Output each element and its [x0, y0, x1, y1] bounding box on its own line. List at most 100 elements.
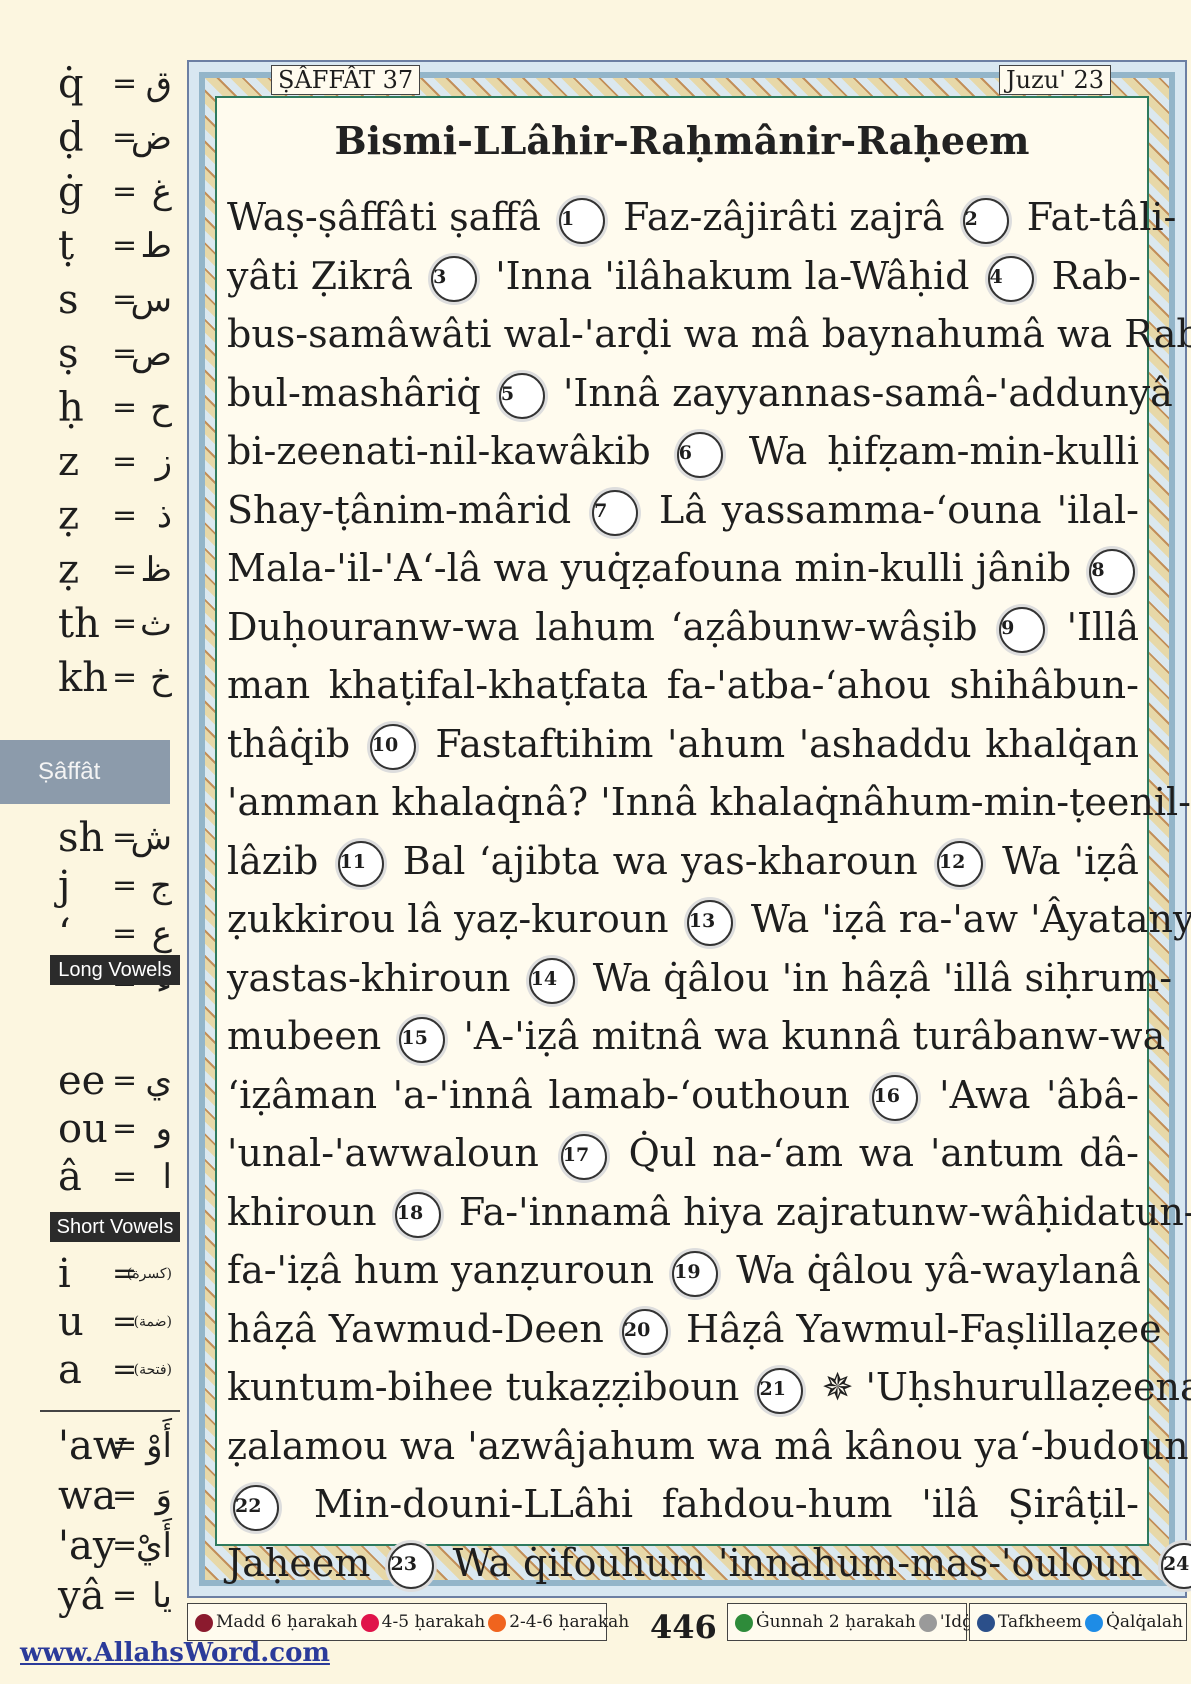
- equals-sign: =: [112, 498, 138, 533]
- equals-sign: =: [112, 916, 138, 951]
- key-arabic: ظ: [140, 550, 172, 590]
- key-arabic: (ضمة): [133, 1314, 172, 1330]
- verse-text: Q̇ul na-‘am wa 'antum dâ-: [628, 1131, 1139, 1175]
- surah-tab[interactable]: Ṣâffât: [0, 740, 170, 804]
- ayah-number-marker: 20: [621, 1309, 668, 1355]
- surah-header: ṢÂFFÂT 37: [271, 65, 421, 95]
- equals-sign: =: [112, 66, 138, 101]
- key-arabic: ث: [139, 604, 172, 644]
- ayah-number-marker: 7: [592, 490, 639, 536]
- verse-text: Fat-tâli-: [1026, 195, 1177, 239]
- verse-text: khiroun: [227, 1189, 377, 1234]
- key-row: u = (ضمة): [40, 1296, 180, 1348]
- site-link[interactable]: www.AllahsWord.com: [20, 1638, 330, 1668]
- verse-line: 'unal-'awwaloun 17 Q̇ul na-‘am wa 'antum…: [227, 1124, 1139, 1182]
- verse-text: Rab-: [1051, 253, 1141, 298]
- equals-sign: =: [112, 552, 138, 587]
- key-arabic: ا: [162, 1157, 172, 1197]
- ayah-number-marker: 2: [962, 197, 1009, 244]
- ayah-number-marker: 12: [936, 841, 983, 887]
- verse-text: 'Awa 'âbâ-: [939, 1072, 1139, 1117]
- ayah-number-marker: 18: [394, 1192, 441, 1238]
- key-latin: ee: [58, 1058, 106, 1104]
- equals-sign: =: [112, 1478, 138, 1513]
- page-number: 446: [650, 1608, 717, 1646]
- short-vowels-header: Short Vowels: [50, 1212, 180, 1242]
- verse-line: 'amman khalaq̇nâ? 'Innâ khalaq̇nâhum-min…: [227, 773, 1191, 831]
- legend-tafkheem: Tafkheem Q̇alq̇alah: [969, 1603, 1187, 1641]
- key-latin: ḍ: [58, 115, 84, 161]
- key-arabic: ص: [130, 334, 172, 374]
- verse-text: ẓalamou wa 'azwâjahum wa mâ kânou ya‘-bu…: [227, 1423, 1189, 1468]
- verse-text: Min-douni-LLâhi fahdou-hum 'ilâ Ṣirâṭil-: [313, 1482, 1139, 1526]
- verse-line: Mala-'il-'A‘-lâ wa yuq̇ẓafouna min-kulli…: [227, 539, 1139, 597]
- verse-text: Wa q̇âlou yâ-waylanâ: [736, 1248, 1141, 1292]
- key-row: s = س: [40, 274, 180, 326]
- verse-line: hâẓâ Yawmud-Deen 20 Hâẓâ Yawmul-Faṣlilla…: [227, 1300, 1162, 1358]
- key-latin: s: [58, 277, 79, 323]
- verse-text: bi-zeenati-nil-kawâkib: [227, 429, 651, 473]
- key-latin: ẓ: [58, 547, 80, 593]
- verse-text: 'Innâ zayyannas-samâ-'addunyâ: [562, 370, 1173, 415]
- key-row: 'aw = أَوْ: [40, 1420, 180, 1472]
- legend-label: Madd 6 ḥarakah: [216, 1612, 358, 1632]
- verse-text: ‘iẓâman 'a-'innâ lamab-‘outhoun: [227, 1072, 850, 1117]
- page-frame: ṢÂFFÂT 37 Juzu' 23 Bismi-LLâhir-Raḥmânir…: [187, 60, 1191, 1598]
- key-latin: u: [58, 1299, 84, 1345]
- key-row: ṣ = ص: [40, 328, 180, 380]
- key-arabic: خ: [150, 658, 172, 698]
- key-latin: sh: [58, 815, 105, 861]
- verse-text: 'unal-'awwaloun: [227, 1131, 539, 1175]
- verse-line: mubeen 15 'A-'iẓâ mitnâ wa kunnâ turâban…: [227, 1007, 1165, 1065]
- verse-text: yastas-khiroun: [227, 955, 511, 1000]
- key-row: ẓ = ذ: [40, 490, 180, 542]
- ayah-number-marker: 1: [558, 197, 605, 244]
- key-row: a = (فتحة): [40, 1344, 180, 1396]
- key-row: ẓ = ظ: [40, 544, 180, 596]
- ayah-number-marker: 4: [987, 256, 1034, 302]
- key-latin: ṭ: [58, 223, 75, 269]
- ayah-number-marker: 19: [672, 1250, 719, 1297]
- key-latin: ou: [58, 1106, 108, 1152]
- ayah-number-marker: 21: [757, 1367, 804, 1414]
- text-area: Bismi-LLâhir-Raḥmânir-Raḥeem Waṣ-ṣâffâti…: [215, 96, 1191, 1589]
- verse-text: Hâẓâ Yawmul-Faṣlillaẓee: [685, 1306, 1162, 1351]
- verse-line: fa-'iẓâ hum yanẓuroun 19 Wa q̇âlou yâ-wa…: [227, 1241, 1141, 1299]
- equals-sign: =: [112, 1528, 138, 1563]
- key-latin: i: [58, 1251, 71, 1297]
- key-latin: a: [58, 1347, 82, 1393]
- verse-text: Mala-'il-'A‘-lâ wa yuq̇ẓafouna min-kulli…: [227, 546, 1072, 590]
- verse-line: bi-zeenati-nil-kawâkib 6 Wa ḥifẓam-min-k…: [227, 422, 1139, 480]
- equals-sign: =: [112, 1428, 138, 1463]
- key-latin: ‘: [58, 911, 71, 957]
- legend-label: Tafkheem: [998, 1612, 1082, 1632]
- key-arabic: وَ: [155, 1476, 172, 1516]
- key-row: th = ث: [40, 598, 180, 650]
- verse-line: man khaṭifal-khaṭfata fa-'atba-‘ahou shi…: [227, 656, 1139, 714]
- verse-text: hâẓâ Yawmud-Deen: [227, 1306, 604, 1351]
- ayah-number-marker: 17: [560, 1133, 607, 1180]
- verse-text: 'amman khalaq̇nâ? 'Innâ khalaq̇nâhum-min…: [227, 780, 1191, 824]
- equals-sign: =: [112, 174, 138, 209]
- verse-text: Wa q̇ifouhum 'innahum-mas-'ouloun: [452, 1540, 1143, 1585]
- key-arabic: أَوْ: [146, 1426, 172, 1466]
- key-arabic: ذ: [156, 496, 172, 536]
- key-row: 'ay = أَيْ: [40, 1520, 180, 1572]
- ayah-number-marker: 22: [233, 1484, 279, 1531]
- legend-color-dot: [735, 1613, 753, 1632]
- ayah-number-marker: 3: [431, 256, 478, 302]
- ayah-number-marker: 8: [1089, 548, 1136, 595]
- key-arabic: (فتحة): [133, 1362, 172, 1378]
- equals-sign: =: [112, 1111, 138, 1146]
- equals-sign: =: [112, 1578, 138, 1613]
- key-latin: yâ: [58, 1573, 105, 1619]
- key-arabic: ج: [150, 866, 172, 906]
- verse-text: Wa 'iẓâ: [1002, 838, 1139, 883]
- key-arabic: ط: [140, 226, 172, 266]
- verse-text: Shay-ṭânim-mârid: [227, 487, 572, 532]
- verse-line: Duḥouranw-wa lahum ‘aẓâbunw-wâṣib 9 'Ill…: [227, 598, 1139, 656]
- verse-line: Shay-ṭânim-mârid 7 Lâ yassamma-‘ouna 'il…: [227, 481, 1139, 539]
- key-arabic: (كسرة): [126, 1266, 172, 1282]
- verse-text: yâti Ẓikrâ: [227, 253, 414, 298]
- ayah-number-marker: 5: [498, 373, 545, 419]
